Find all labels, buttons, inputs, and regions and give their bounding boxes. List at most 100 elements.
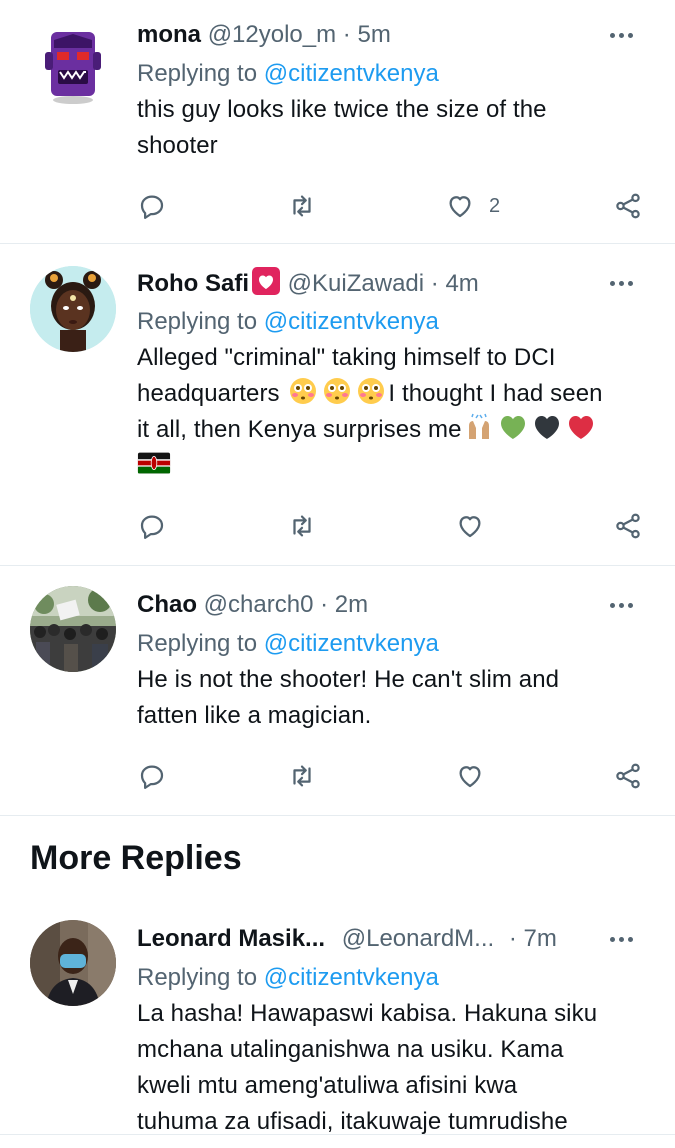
replying-to: Replying to @citizentvkenya bbox=[137, 960, 655, 996]
text-line: La hasha! Hawapaswi kabisa. Hakuna siku bbox=[137, 1000, 598, 1027]
tweet-text: La hasha! Hawapaswi kabisa. Hakuna siku … bbox=[137, 996, 655, 1140]
heart-icon bbox=[459, 516, 481, 538]
replying-to: Replying to @citizentvkenya bbox=[137, 56, 655, 92]
action-bar: 2 bbox=[137, 186, 652, 226]
tweet-header: Roho Safi @KuiZawadi · 4m bbox=[137, 266, 655, 300]
reply-tweet[interactable]: Leonard Masik... @LeonardM... · 7m Reply… bbox=[0, 900, 675, 1136]
replying-label: Replying to bbox=[137, 630, 258, 657]
avatar[interactable] bbox=[30, 266, 116, 352]
display-name[interactable]: Chao bbox=[137, 591, 197, 618]
share-button[interactable] bbox=[613, 506, 643, 546]
retweet-icon bbox=[293, 195, 311, 217]
more-dots-icon[interactable] bbox=[601, 922, 641, 956]
tweet-header: Leonard Masik... @LeonardM... · 7m bbox=[137, 922, 655, 956]
reply-button[interactable] bbox=[137, 186, 167, 226]
reply-tweet[interactable]: Roho Safi @KuiZawadi · 4m Replying to @c… bbox=[0, 244, 675, 566]
user-handle[interactable]: @charch0 bbox=[204, 591, 314, 618]
text-line-with-emoji bbox=[137, 448, 655, 484]
black-heart-emoji-icon bbox=[534, 416, 559, 439]
tweet-text: this guy looks like twice the size of th… bbox=[137, 92, 655, 164]
more-dots-icon[interactable] bbox=[601, 18, 641, 52]
avatar[interactable] bbox=[30, 920, 116, 1006]
replying-label: Replying to bbox=[137, 60, 258, 87]
text-line: He is not the shooter! He can't slim and bbox=[137, 666, 560, 693]
green-heart-emoji-icon bbox=[500, 416, 525, 439]
replying-label: Replying to bbox=[137, 308, 258, 335]
share-button[interactable] bbox=[613, 186, 643, 226]
more-dots-icon[interactable] bbox=[601, 266, 641, 300]
text-line: shooter bbox=[137, 132, 218, 159]
text-line: mchana utalinganishwa na usiku. Kama bbox=[137, 1036, 564, 1063]
replying-to: Replying to @citizentvkenya bbox=[137, 304, 655, 340]
timestamp[interactable]: 4m bbox=[445, 270, 478, 297]
like-button[interactable] bbox=[455, 506, 485, 546]
comment-icon bbox=[140, 515, 164, 539]
red-heart-emoji-icon bbox=[568, 416, 593, 439]
reply-tweet[interactable]: mona @12yolo_m · 5m Replying to @citizen… bbox=[0, 0, 675, 244]
reply-button[interactable] bbox=[137, 506, 167, 546]
display-name[interactable]: mona bbox=[137, 21, 201, 48]
comment-icon bbox=[140, 765, 164, 789]
share-icon bbox=[616, 513, 640, 539]
text-line-with-emoji: headquarters I thought I had seen bbox=[137, 376, 655, 412]
separator: · bbox=[320, 591, 329, 618]
share-icon bbox=[616, 193, 640, 219]
separator: · bbox=[342, 21, 351, 48]
bottom-bar bbox=[0, 1134, 675, 1148]
raising-hands-emoji-icon bbox=[468, 413, 489, 439]
reply-tweet[interactable]: Chao @charch0 · 2m Replying to @citizent… bbox=[0, 566, 675, 816]
user-handle[interactable]: @KuiZawadi bbox=[288, 270, 424, 297]
comment-icon bbox=[140, 195, 164, 219]
man-with-mask-avatar-icon bbox=[30, 920, 116, 1006]
heart-letter-emoji-icon bbox=[252, 267, 280, 295]
mention-link[interactable]: @citizentvkenya bbox=[264, 60, 439, 87]
separator: · bbox=[430, 270, 439, 297]
text-fragment: I thought I had seen bbox=[388, 380, 603, 407]
action-bar bbox=[137, 756, 652, 796]
like-count: 2 bbox=[489, 194, 501, 217]
heart-icon bbox=[459, 766, 481, 788]
flushed-face-emoji-icon bbox=[358, 378, 385, 404]
retweet-icon bbox=[293, 515, 311, 537]
retweet-button[interactable] bbox=[287, 756, 317, 796]
share-button[interactable] bbox=[613, 756, 643, 796]
more-dots-icon[interactable] bbox=[601, 588, 641, 622]
like-button[interactable] bbox=[455, 756, 485, 796]
tweet-header: mona @12yolo_m · 5m bbox=[137, 18, 655, 52]
text-fragment: headquarters bbox=[137, 380, 280, 407]
replying-label: Replying to bbox=[137, 964, 258, 991]
share-icon bbox=[616, 763, 640, 789]
flushed-face-emoji-icon bbox=[324, 378, 351, 404]
avatar[interactable] bbox=[30, 22, 116, 108]
mention-link[interactable]: @citizentvkenya bbox=[264, 630, 439, 657]
reply-button[interactable] bbox=[137, 756, 167, 796]
display-name[interactable]: Roho Safi bbox=[137, 270, 249, 297]
separator: · bbox=[508, 925, 517, 952]
action-bar bbox=[137, 506, 652, 546]
more-replies-heading: More Replies bbox=[30, 839, 242, 877]
text-line-with-emoji: it all, then Kenya surprises me bbox=[137, 412, 655, 448]
timestamp[interactable]: 2m bbox=[335, 591, 368, 618]
like-button[interactable]: 2 bbox=[445, 186, 500, 226]
text-fragment: it all, then Kenya surprises me bbox=[137, 416, 462, 443]
mention-link[interactable]: @citizentvkenya bbox=[264, 308, 439, 335]
avatar[interactable] bbox=[30, 586, 116, 672]
timestamp[interactable]: 5m bbox=[357, 21, 390, 48]
display-name[interactable]: Leonard Masik... bbox=[137, 925, 325, 952]
crowd-photo-avatar-icon bbox=[30, 586, 116, 672]
user-handle[interactable]: @LeonardM... bbox=[342, 925, 494, 952]
mention-link[interactable]: @citizentvkenya bbox=[264, 964, 439, 991]
text-line: fatten like a magician. bbox=[137, 702, 372, 729]
user-handle[interactable]: @12yolo_m bbox=[208, 21, 336, 48]
kenya-flag-emoji-icon bbox=[137, 452, 171, 474]
text-line: kweli mtu ameng'atuliwa afisini kwa bbox=[137, 1072, 518, 1099]
retweet-button[interactable] bbox=[287, 506, 317, 546]
timestamp[interactable]: 7m bbox=[524, 925, 557, 952]
tweet-text: Alleged "criminal" taking himself to DCI… bbox=[137, 340, 655, 484]
retweet-button[interactable] bbox=[287, 186, 317, 226]
tiki-mask-avatar-icon bbox=[45, 32, 101, 104]
text-line: this guy looks like twice the size of th… bbox=[137, 96, 547, 123]
text-line: Alleged "criminal" taking himself to DCI bbox=[137, 344, 556, 371]
tweet-text: He is not the shooter! He can't slim and… bbox=[137, 662, 655, 734]
heart-icon bbox=[449, 196, 471, 218]
